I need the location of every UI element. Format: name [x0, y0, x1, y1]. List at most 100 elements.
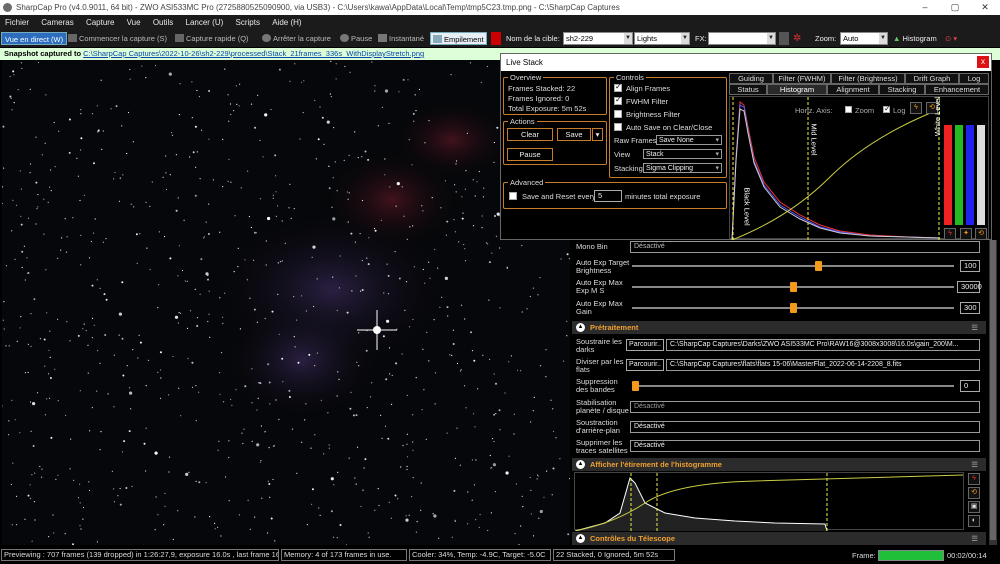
- save-reset-checkbox[interactable]: [509, 192, 517, 200]
- histogram-stretch-header[interactable]: ▲ Afficher l'étirement de l'histogramme …: [572, 458, 986, 471]
- maximize-button[interactable]: ▢: [940, 0, 970, 15]
- tab-histogram[interactable]: Histogram: [767, 84, 827, 95]
- save-button[interactable]: Save: [557, 128, 591, 141]
- auto-exp-max-exp-value[interactable]: 30000: [957, 281, 982, 293]
- green-level-slider[interactable]: [955, 125, 963, 225]
- tab-filter-fwhm[interactable]: Filter (FWHM): [773, 73, 831, 84]
- flats-path-select[interactable]: C:\SharpCap Captures\flats\flats 15-06\M…: [666, 359, 980, 371]
- crosshair-icon[interactable]: ✲: [793, 32, 801, 45]
- view-select[interactable]: Stack: [643, 149, 722, 159]
- tab-filter-brightness[interactable]: Filter (Brightness): [831, 73, 905, 84]
- target-name-field[interactable]: sh2-229 ▼: [563, 32, 633, 45]
- blue-level-slider[interactable]: [966, 125, 974, 225]
- telescope-header[interactable]: ▲ Contrôles du Télescope ☰: [572, 532, 986, 545]
- menu-icon[interactable]: ☰: [971, 458, 978, 471]
- stretch-histogram-chart[interactable]: [574, 472, 964, 532]
- contrast-icon[interactable]: ◐: [968, 515, 980, 527]
- snapshot-path-link[interactable]: C:\SharpCap Captures\2022-10-26\sh2-229\…: [83, 49, 424, 58]
- tab-alignment[interactable]: Alignment: [827, 84, 879, 95]
- darks-path-select[interactable]: C:\SharpCap Captures\Darks\ZWO ASI533MC …: [666, 339, 980, 351]
- menu-scripts[interactable]: Scripts: [231, 15, 265, 30]
- tab-stacking[interactable]: Stacking: [879, 84, 925, 95]
- menu-icon[interactable]: ☰: [971, 321, 978, 334]
- pause-button[interactable]: Pause: [340, 32, 372, 45]
- fwhm-filter-checkbox[interactable]: [614, 95, 622, 105]
- close-window-button[interactable]: ✕: [970, 0, 1000, 15]
- snapshot-button[interactable]: Instantané: [378, 32, 424, 45]
- search-icon[interactable]: ⊙ ▾: [945, 32, 957, 45]
- auto-exp-target-value[interactable]: 100: [960, 260, 980, 272]
- start-capture-button[interactable]: Commencer la capture (S): [68, 32, 167, 45]
- red-level-slider[interactable]: [944, 125, 952, 225]
- live-view-button[interactable]: Vue en direct (W): [1, 32, 68, 45]
- histogram-chart[interactable]: [730, 97, 942, 240]
- tab-log[interactable]: Log: [959, 73, 989, 84]
- zoom-checkbox[interactable]: [845, 106, 852, 113]
- panel-scrollbar-thumb[interactable]: [990, 240, 996, 540]
- collapse-icon[interactable]: ▲: [576, 460, 585, 469]
- minimize-button[interactable]: –: [910, 0, 940, 15]
- tab-drift-graph[interactable]: Drift Graph: [905, 73, 959, 84]
- auto-exp-max-gain-thumb[interactable]: [789, 303, 797, 313]
- menu-capture[interactable]: Capture: [81, 15, 119, 30]
- lightning-icon[interactable]: ϟ: [968, 473, 980, 485]
- log-checkbox[interactable]: [883, 104, 891, 113]
- menu-cameras[interactable]: Cameras: [36, 15, 78, 30]
- image-viewport[interactable]: [2, 60, 570, 545]
- pause-stack-button[interactable]: Pause: [507, 148, 553, 161]
- menu-outils[interactable]: Outils: [148, 15, 178, 30]
- lightning-icon[interactable]: ϟ: [944, 228, 956, 240]
- auto-exp-max-gain-value[interactable]: 300: [960, 302, 980, 314]
- auto-exp-max-exp-thumb[interactable]: [789, 282, 797, 292]
- clear-button[interactable]: Clear: [507, 128, 553, 141]
- menu-fichier[interactable]: Fichier: [0, 15, 34, 30]
- save-icon[interactable]: ▣: [968, 501, 980, 513]
- save-reset-minutes-field[interactable]: 5: [594, 190, 622, 202]
- flats-browse-button[interactable]: Parcourir..: [626, 359, 664, 371]
- quick-capture-button[interactable]: Capture rapide (Q): [175, 32, 249, 45]
- darks-browse-button[interactable]: Parcourir..: [626, 339, 664, 351]
- save-options-button[interactable]: ▾: [592, 128, 603, 141]
- collapse-icon[interactable]: ▲: [576, 534, 585, 543]
- bands-slider[interactable]: [632, 385, 954, 387]
- reset-icon[interactable]: ⟲: [968, 487, 980, 499]
- auto-exp-target-slider[interactable]: [632, 265, 954, 267]
- histogram-button[interactable]: ▲ Histogram: [893, 32, 937, 45]
- tab-guiding[interactable]: Guiding: [729, 73, 773, 84]
- menu-vue[interactable]: Vue: [122, 15, 146, 30]
- auto-save-checkbox[interactable]: [614, 123, 622, 131]
- collapse-icon[interactable]: ▲: [576, 323, 585, 332]
- menu-aide[interactable]: Aide (H): [267, 15, 306, 30]
- stacking-button[interactable]: Empilement: [430, 32, 487, 45]
- live-stack-close-button[interactable]: x: [977, 56, 989, 68]
- auto-exp-target-thumb[interactable]: [814, 261, 822, 271]
- background-select[interactable]: Désactivé: [630, 421, 980, 433]
- align-frames-checkbox[interactable]: [614, 82, 622, 92]
- fx-select[interactable]: ▼: [708, 32, 776, 45]
- pretraitement-header[interactable]: ▲ Prétraitement ☰: [572, 321, 986, 334]
- bands-thumb[interactable]: [632, 381, 639, 391]
- reset-icon[interactable]: ⟲: [975, 228, 987, 240]
- star: [179, 83, 181, 85]
- frame-type-select[interactable]: Lights ▼: [634, 32, 690, 45]
- zoom-select[interactable]: Auto ▼: [840, 32, 888, 45]
- satellite-select[interactable]: Désactivé: [630, 440, 980, 452]
- star: [192, 151, 195, 154]
- menu-icon[interactable]: ☰: [971, 532, 978, 545]
- raw-frames-select[interactable]: Save None: [656, 135, 722, 145]
- lum-level-slider[interactable]: [977, 125, 985, 225]
- brightness-filter-checkbox[interactable]: [614, 110, 622, 118]
- rgb-level-sliders[interactable]: [942, 125, 988, 225]
- mono-bin-select[interactable]: Désactivé: [630, 241, 980, 253]
- panel-scrollbar[interactable]: [989, 240, 997, 545]
- stabilisation-select[interactable]: Désactivé: [630, 401, 980, 413]
- tab-status[interactable]: Status: [729, 84, 767, 95]
- lightning-icon[interactable]: ϟ: [910, 102, 922, 114]
- bands-value[interactable]: 0: [960, 380, 980, 392]
- menu-lancer[interactable]: Lancer (U): [181, 15, 229, 30]
- fx-settings-icon[interactable]: [779, 32, 789, 45]
- stacking-select[interactable]: Sigma Clipping: [643, 163, 722, 173]
- star-icon[interactable]: ✦: [960, 228, 972, 240]
- stop-capture-button[interactable]: Arrêter la capture: [262, 32, 331, 45]
- tab-enhancement[interactable]: Enhancement: [925, 84, 989, 95]
